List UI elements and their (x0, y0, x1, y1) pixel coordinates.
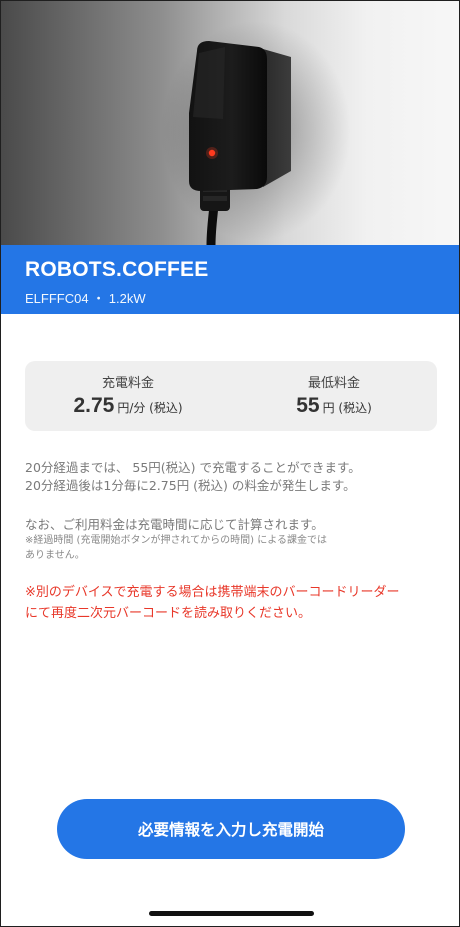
charge-fee-unit: 円/分 (税込) (117, 401, 183, 415)
charge-fee: 充電料金 2.75 円/分 (税込) (25, 361, 231, 431)
home-indicator[interactable] (149, 911, 314, 916)
info-line: 20分経過後は1分毎に2.75円 (税込) の料金が発生します。 (25, 478, 356, 493)
warning-message: ※別のデバイスで充電する場合は携帯端末のバーコードリーダー にて再度二次元バーコ… (25, 582, 441, 624)
app-screen: ROBOTS.COFFEE ELFFFC04 ・ 1.2kW 充電料金 2.75… (0, 0, 460, 927)
billing-note: なお、ご利用料金は充電時間に応じて計算されます。 (25, 517, 324, 532)
station-subtitle: ELFFFC04 ・ 1.2kW (25, 291, 146, 306)
ev-charger-image (161, 21, 351, 245)
minimum-fee: 最低料金 55 円 (税込) (231, 361, 437, 431)
warning-line: にて再度二次元バーコードを読み取りください。 (25, 606, 312, 621)
charge-fee-value: 2.75 (73, 394, 115, 417)
pricing-explanation: 20分経過までは、 55円(税込) で充電することができます。 20分経過後は1… (25, 459, 437, 495)
start-charging-button[interactable]: 必要情報を入力し充電開始 (57, 799, 405, 859)
minimum-fee-value: 55 (296, 394, 320, 417)
info-line: 20分経過までは、 55円(税込) で充電することができます。 (25, 460, 361, 475)
charger-hero-image (1, 1, 459, 245)
footnote-line: ありません。 (25, 550, 85, 561)
footnote-line: ※経過時間 (充電開始ボタンが押されてからの時間) による課金では (25, 535, 327, 546)
warning-line: ※別のデバイスで充電する場合は携帯端末のバーコードリーダー (25, 585, 400, 600)
minimum-fee-unit: 円 (税込) (322, 401, 372, 415)
minimum-fee-label: 最低料金 (307, 376, 360, 391)
charge-fee-label: 充電料金 (101, 376, 154, 391)
billing-footnote: ※経過時間 (充電開始ボタンが押されてからの時間) による課金では ありません。 (25, 533, 437, 563)
station-name: ROBOTS.COFFEE (25, 258, 209, 281)
station-header: ROBOTS.COFFEE ELFFFC04 ・ 1.2kW (1, 245, 459, 314)
pricing-card: 充電料金 2.75 円/分 (税込) 最低料金 55 円 (税込) (25, 361, 437, 431)
